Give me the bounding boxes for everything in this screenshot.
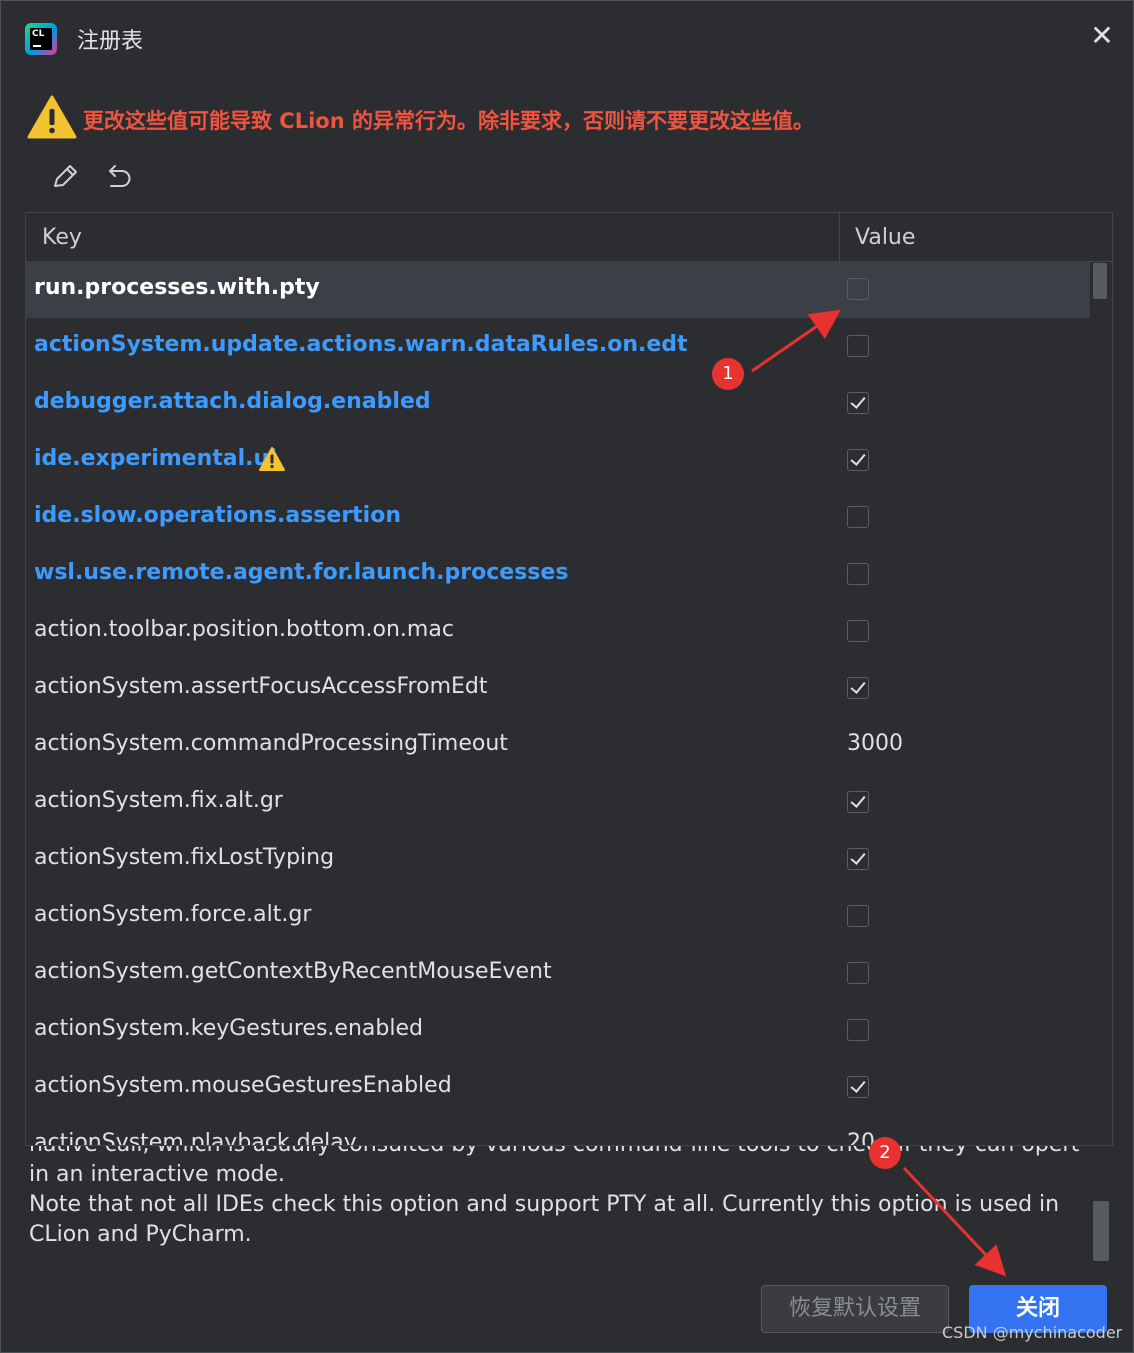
row-key: actionSystem.force.alt.gr	[34, 902, 312, 927]
row-key: ide.experimental.ui	[34, 446, 277, 471]
table-row[interactable]: actionSystem.commandProcessingTimeout 300…	[26, 717, 1090, 774]
table-row[interactable]: actionSystem.assertFocusAccessFromEdt	[26, 660, 1090, 717]
annotation-badge-1: 1	[712, 358, 744, 390]
table-row[interactable]: run.processes.with.pty	[26, 261, 1090, 318]
value-checkbox[interactable]	[847, 335, 869, 357]
close-icon[interactable]: ✕	[1087, 21, 1117, 51]
clion-app-icon: CL	[25, 23, 57, 55]
table-row[interactable]: actionSystem.getContextByRecentMouseEven…	[26, 945, 1090, 1002]
table-row[interactable]: actionSystem.playback.delay 20	[26, 1116, 1090, 1145]
value-checkbox[interactable]	[847, 962, 869, 984]
row-key: actionSystem.commandProcessingTimeout	[34, 731, 508, 756]
value-checkbox[interactable]	[847, 677, 869, 699]
value-checkbox[interactable]	[847, 278, 869, 300]
value-checkbox[interactable]	[847, 620, 869, 642]
value-checkbox[interactable]	[847, 791, 869, 813]
table-row[interactable]: ide.slow.operations.assertion	[26, 489, 1090, 546]
description-line: Note that not all IDEs check this option…	[29, 1192, 1060, 1217]
row-key: actionSystem.update.actions.warn.dataRul…	[34, 332, 688, 357]
title-bar: CL 注册表 ✕	[1, 1, 1133, 79]
row-value[interactable]: 3000	[847, 731, 903, 756]
table-body: run.processes.with.pty actionSystem.updat…	[26, 261, 1090, 1145]
value-checkbox[interactable]	[847, 449, 869, 471]
app-icon-text: CL	[32, 29, 45, 39]
row-key: actionSystem.keyGestures.enabled	[34, 1016, 423, 1041]
toolbar	[45, 157, 165, 197]
value-checkbox[interactable]	[847, 848, 869, 870]
dialog-title: 注册表	[77, 29, 144, 54]
warning-icon	[27, 95, 77, 139]
table-row[interactable]: actionSystem.update.actions.warn.dataRul…	[26, 318, 1090, 375]
annotation-badge-2: 2	[869, 1137, 901, 1169]
row-key: actionSystem.fixLostTyping	[34, 845, 335, 870]
restore-defaults-button[interactable]: 恢复默认设置	[761, 1285, 949, 1333]
value-checkbox[interactable]	[847, 563, 869, 585]
description-panel: native call, which is usually consulted …	[29, 1146, 1079, 1276]
value-checkbox[interactable]	[847, 506, 869, 528]
registry-table: Key Value run.processes.with.pty actionSy…	[25, 212, 1113, 1146]
value-checkbox[interactable]	[847, 905, 869, 927]
column-divider[interactable]	[839, 213, 840, 261]
table-row[interactable]: action.toolbar.position.bottom.on.mac	[26, 603, 1090, 660]
scrollbar-thumb[interactable]	[1093, 263, 1107, 299]
description-line: CLion and PyCharm.	[29, 1222, 252, 1247]
row-key: wsl.use.remote.agent.for.launch.processe…	[34, 560, 569, 585]
undo-icon	[109, 165, 131, 187]
column-header-value[interactable]: Value	[855, 225, 915, 250]
row-key: debugger.attach.dialog.enabled	[34, 389, 431, 414]
row-key: action.toolbar.position.bottom.on.mac	[34, 617, 454, 642]
row-key: actionSystem.getContextByRecentMouseEven…	[34, 959, 552, 984]
row-value[interactable]: 20	[847, 1130, 875, 1145]
table-row[interactable]: actionSystem.fix.alt.gr	[26, 774, 1090, 831]
value-checkbox[interactable]	[847, 1019, 869, 1041]
column-header-key[interactable]: Key	[42, 225, 82, 250]
table-row[interactable]: wsl.use.remote.agent.for.launch.processe…	[26, 546, 1090, 603]
warning-icon	[259, 447, 285, 471]
table-row[interactable]: actionSystem.mouseGesturesEnabled	[26, 1059, 1090, 1116]
warning-banner: 更改这些值可能导致 CLion 的异常行为。除非要求，否则请不要更改这些值。	[27, 95, 1117, 143]
row-key: run.processes.with.pty	[34, 275, 320, 300]
warning-text: 更改这些值可能导致 CLion 的异常行为。除非要求，否则请不要更改这些值。	[83, 109, 814, 133]
app-icon-label: CL	[30, 28, 52, 50]
description-line: in an interactive mode.	[29, 1162, 285, 1187]
table-header: Key Value	[26, 213, 1112, 262]
edit-button[interactable]	[45, 157, 85, 197]
watermark: CSDN @mychinacoder	[942, 1323, 1123, 1342]
description-line: native call, which is usually consulted …	[29, 1146, 1079, 1160]
value-checkbox[interactable]	[847, 392, 869, 414]
row-key: actionSystem.playback.delay	[34, 1130, 357, 1145]
pencil-icon	[54, 165, 77, 187]
revert-button[interactable]	[97, 157, 137, 197]
row-key: ide.slow.operations.assertion	[34, 503, 401, 528]
table-row[interactable]: actionSystem.fixLostTyping	[26, 831, 1090, 888]
table-row[interactable]: actionSystem.keyGestures.enabled	[26, 1002, 1090, 1059]
description-scrollbar[interactable]	[1093, 1201, 1109, 1261]
table-row[interactable]: actionSystem.force.alt.gr	[26, 888, 1090, 945]
value-checkbox[interactable]	[847, 1076, 869, 1098]
registry-dialog: CL 注册表 ✕ 更改这些值可能导致 CLion 的异常行为。除非要求，否则请不…	[0, 0, 1134, 1353]
row-key: actionSystem.fix.alt.gr	[34, 788, 283, 813]
row-key: actionSystem.assertFocusAccessFromEdt	[34, 674, 488, 699]
table-row[interactable]: ide.experimental.ui	[26, 432, 1090, 489]
table-row[interactable]: debugger.attach.dialog.enabled	[26, 375, 1090, 432]
row-key: actionSystem.mouseGesturesEnabled	[34, 1073, 452, 1098]
table-scrollbar[interactable]	[1091, 261, 1109, 1145]
